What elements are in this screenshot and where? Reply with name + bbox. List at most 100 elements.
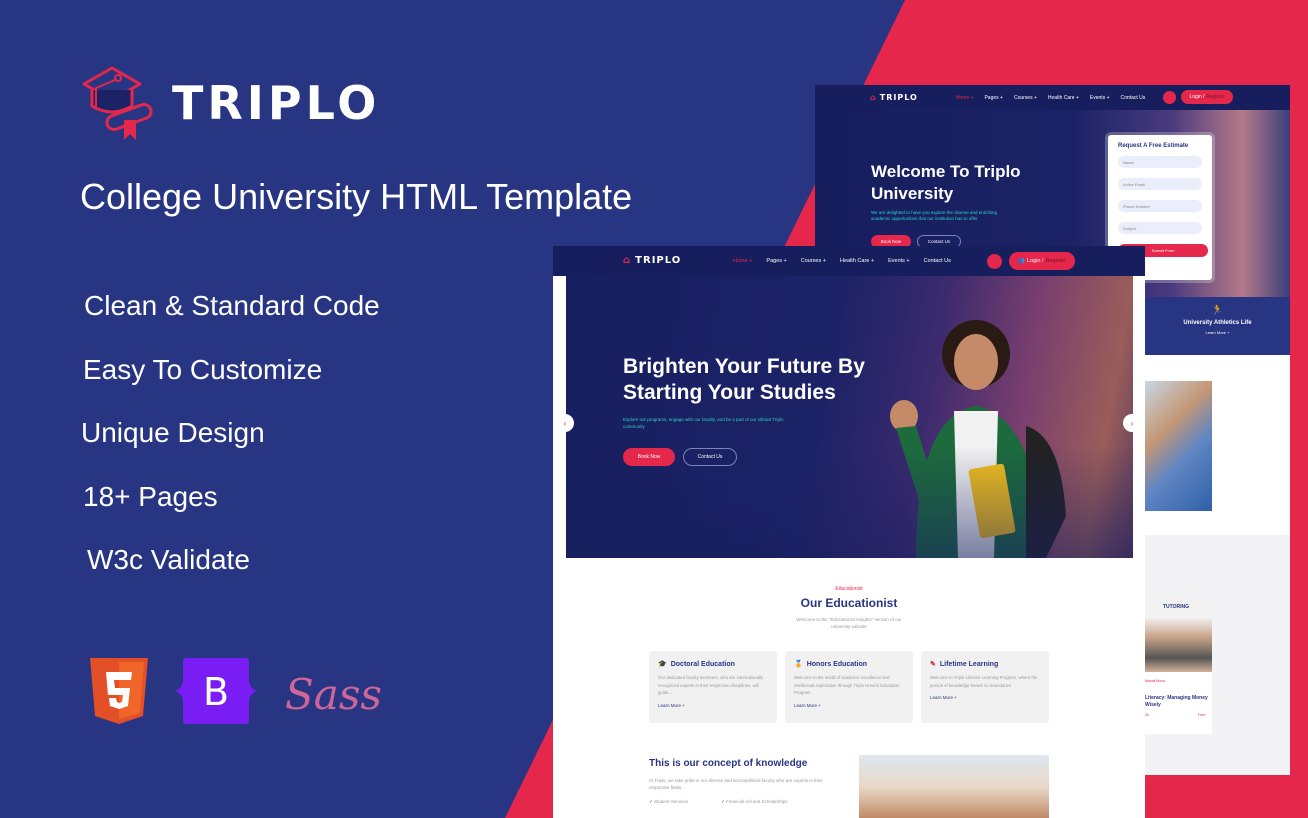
prev-slide-arrow-icon[interactable]: ‹ bbox=[556, 414, 574, 432]
login-button[interactable]: Login / Register bbox=[1181, 90, 1233, 104]
login-label: Login / bbox=[1189, 94, 1205, 100]
back-navbar: ⌂ TRIPLO Home + Pages + Courses + Health … bbox=[815, 85, 1290, 110]
concept-checklist: Student Services Financial Aid and Schol… bbox=[649, 799, 839, 805]
course-students: 2k bbox=[1145, 713, 1149, 717]
card-text: Welcome to the world of academic excelle… bbox=[794, 675, 900, 695]
check-item: Student Services bbox=[649, 799, 688, 805]
back-hero-desc: We are delighted to have you explore the… bbox=[871, 210, 997, 221]
card-heading: 🏅 Honors Education bbox=[794, 660, 904, 669]
front-nav-logo[interactable]: ⌂ TRIPLO bbox=[623, 255, 681, 266]
nav-item-health-care[interactable]: Health Care + bbox=[840, 258, 874, 264]
login-label: Login / bbox=[1026, 258, 1044, 264]
nav-item-contact[interactable]: Contact Us bbox=[924, 258, 951, 264]
athletics-title: University Athletics Life bbox=[1183, 320, 1252, 326]
nav-item-contact[interactable]: Contact Us bbox=[1121, 95, 1146, 101]
front-nav-menu: Home + Pages + Courses + Health Care + E… bbox=[733, 258, 951, 264]
bootstrap-icon: B bbox=[175, 658, 257, 724]
nav-item-courses[interactable]: Courses + bbox=[801, 258, 826, 264]
concept-section: This is our concept of knowledge At Trip… bbox=[649, 758, 839, 805]
sass-wordmark: Sass bbox=[285, 670, 381, 719]
html5-icon bbox=[90, 658, 148, 724]
learn-more-link[interactable]: Learn More + bbox=[794, 703, 904, 708]
card-heading: ✎ Lifetime Learning bbox=[930, 660, 1040, 669]
search-icon[interactable] bbox=[987, 254, 1002, 269]
back-hero-title-line: University bbox=[871, 184, 954, 203]
name-input[interactable]: Name bbox=[1118, 156, 1202, 168]
cap-icon: ⌂ bbox=[623, 255, 632, 266]
search-icon[interactable] bbox=[1163, 91, 1176, 104]
brand: TRIPLO bbox=[78, 62, 380, 144]
front-hero-desc: Explore our programs, engage with our fa… bbox=[623, 417, 784, 429]
register-label: Register bbox=[1205, 94, 1225, 100]
educationist-section: Educationist Our Educationist Welcome to… bbox=[553, 558, 1145, 630]
back-nav-logo[interactable]: ⌂ TRIPLO bbox=[870, 93, 918, 102]
form-title: Request A Free Estimate bbox=[1118, 143, 1189, 149]
sass-icon: Sass bbox=[285, 670, 381, 719]
card-title: Lifetime Learning bbox=[939, 660, 999, 668]
register-label: Register bbox=[1045, 258, 1066, 264]
card-title: Doctoral Education bbox=[670, 660, 735, 668]
login-button[interactable]: 👥 Login / Register bbox=[1009, 252, 1075, 270]
section-desc: Welcome to the "Educationist Insights" s… bbox=[553, 616, 1145, 630]
section-title: Our Educationist bbox=[800, 596, 898, 610]
tagline: College University HTML Template bbox=[80, 176, 633, 217]
nav-item-events[interactable]: Events + bbox=[1090, 95, 1110, 101]
user-icon: 👥 bbox=[1018, 258, 1025, 264]
front-navbar: ⌂ TRIPLO Home + Pages + Courses + Health … bbox=[553, 246, 1145, 276]
learn-more-link[interactable]: Learn More + bbox=[930, 695, 1040, 700]
back-nav-menu: Home + Pages + Courses + Health Care + E… bbox=[956, 95, 1145, 101]
front-hero-title: Brighten Your Future By Starting Your Stu… bbox=[623, 354, 865, 406]
email-input[interactable]: Active Email bbox=[1118, 178, 1202, 190]
course-meta: 2k Free bbox=[1145, 713, 1212, 717]
card-text: Welcome to Triplo Lifetime Learning Prog… bbox=[930, 675, 1038, 688]
tech-logos: B Sass bbox=[90, 655, 381, 727]
feature-item: Clean & Standard Code bbox=[84, 290, 380, 321]
bootstrap-letter: B bbox=[203, 670, 229, 714]
book-now-button[interactable]: Book Now bbox=[623, 448, 675, 466]
check-item: Financial Aid and Scholarships bbox=[721, 799, 787, 805]
subject-input[interactable]: Subject bbox=[1118, 222, 1202, 234]
program-cards: 🎓 Doctoral Education Our dedicated facult… bbox=[649, 651, 1049, 723]
course-card[interactable]: Manali Mosa Literacy: Managing Money Wis… bbox=[1145, 672, 1212, 734]
edit-icon: ✎ bbox=[930, 661, 936, 668]
front-nav-logo-text: TRIPLO bbox=[635, 255, 682, 266]
program-card[interactable]: 🏅 Honors Education Welcome to the world o… bbox=[785, 651, 913, 723]
phone-input[interactable]: Phone Number bbox=[1118, 200, 1202, 212]
front-hero: Brighten Your Future By Starting Your Stu… bbox=[566, 276, 1133, 558]
contact-us-button[interactable]: Contact Us bbox=[683, 448, 737, 466]
feature-list: Clean & Standard Code Easy To Customize … bbox=[80, 290, 380, 608]
athletics-card: 🏃 University Athletics Life Learn More + bbox=[1145, 297, 1290, 355]
nav-item-home[interactable]: Home + bbox=[733, 258, 752, 264]
card-heading: 🎓 Doctoral Education bbox=[658, 660, 768, 669]
feature-item: Easy To Customize bbox=[83, 353, 323, 385]
program-card[interactable]: ✎ Lifetime Learning Welcome to Triplo Lif… bbox=[921, 651, 1049, 723]
brand-name: TRIPLO bbox=[172, 76, 381, 130]
front-hero-buttons: Book Now Contact Us bbox=[623, 448, 737, 466]
nav-item-events[interactable]: Events + bbox=[888, 258, 910, 264]
nav-item-courses[interactable]: Courses + bbox=[1014, 95, 1037, 101]
program-card[interactable]: 🎓 Doctoral Education Our dedicated facult… bbox=[649, 651, 777, 723]
learn-more-link[interactable]: Learn More + bbox=[658, 703, 768, 708]
card-title: Honors Education bbox=[806, 660, 867, 668]
graduation-cap-logo-icon bbox=[82, 66, 153, 140]
nav-item-pages[interactable]: Pages + bbox=[984, 95, 1003, 101]
feature-item: 18+ Pages bbox=[83, 480, 218, 512]
tutoring-label: TUTORING bbox=[1163, 604, 1190, 610]
nav-item-pages[interactable]: Pages + bbox=[766, 258, 786, 264]
next-slide-arrow-icon[interactable]: › bbox=[1123, 414, 1141, 432]
course-price: Free bbox=[1197, 713, 1205, 717]
concept-desc: At Triplo, we take pride in our diverse … bbox=[649, 778, 823, 790]
athletics-learn-more-link[interactable]: Learn More + bbox=[1145, 330, 1290, 335]
back-hero-title-line: Welcome To Triplo bbox=[871, 162, 1021, 181]
feature-item: Unique Design bbox=[81, 417, 265, 448]
nav-item-home[interactable]: Home + bbox=[956, 95, 974, 101]
nav-item-health-care[interactable]: Health Care + bbox=[1048, 95, 1079, 101]
campus-photo bbox=[859, 755, 1049, 818]
card-text: Our dedicated faculty members, who are i… bbox=[658, 675, 764, 695]
back-hero-title: Welcome To Triplo University bbox=[871, 161, 1021, 205]
award-icon: 🏅 bbox=[794, 661, 803, 668]
front-mockup-screenshot: ⌂ TRIPLO Home + Pages + Courses + Health … bbox=[553, 246, 1145, 818]
feature-item: W3c Validate bbox=[87, 544, 250, 575]
cap-icon: ⌂ bbox=[870, 93, 877, 102]
concept-title: This is our concept of knowledge bbox=[649, 758, 808, 769]
